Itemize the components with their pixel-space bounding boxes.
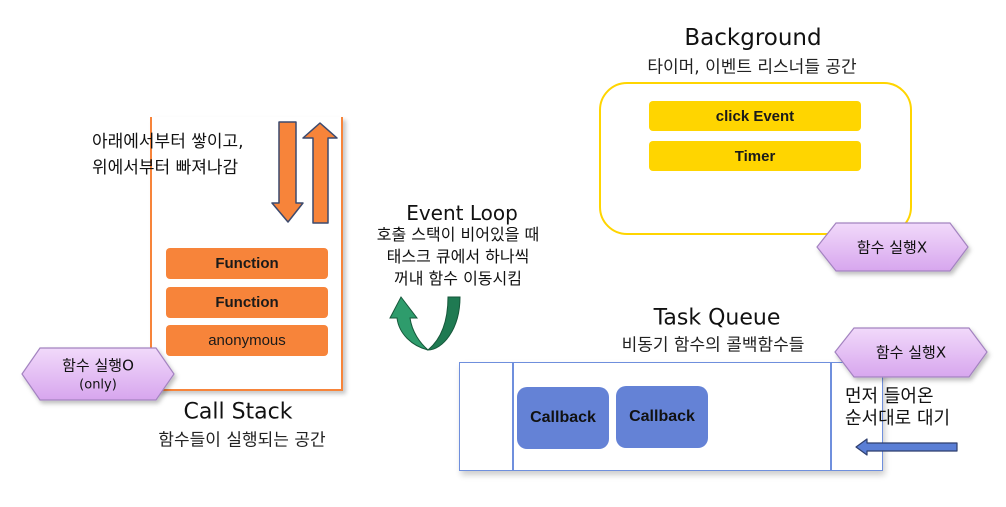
event-loop-arrow-icon xyxy=(389,296,429,351)
push-down-arrow-icon xyxy=(271,121,304,223)
call-stack-badge-sublabel: (only) xyxy=(79,377,117,393)
call-stack-badge-label: 함수 실행O xyxy=(62,356,134,375)
pop-up-arrow-icon xyxy=(302,122,338,224)
task-queue-badge-label: 함수 실행X xyxy=(875,343,947,362)
event-loop-diagram: 아래에서부터 쌓이고, 위에서부터 빠져나감 Function Function… xyxy=(0,0,1006,507)
background-badge-label: 함수 실행X xyxy=(856,238,928,257)
diagram-shapes xyxy=(21,121,988,456)
queue-direction-arrow-icon xyxy=(855,438,958,456)
event-loop-arrow-right-band xyxy=(426,296,461,351)
